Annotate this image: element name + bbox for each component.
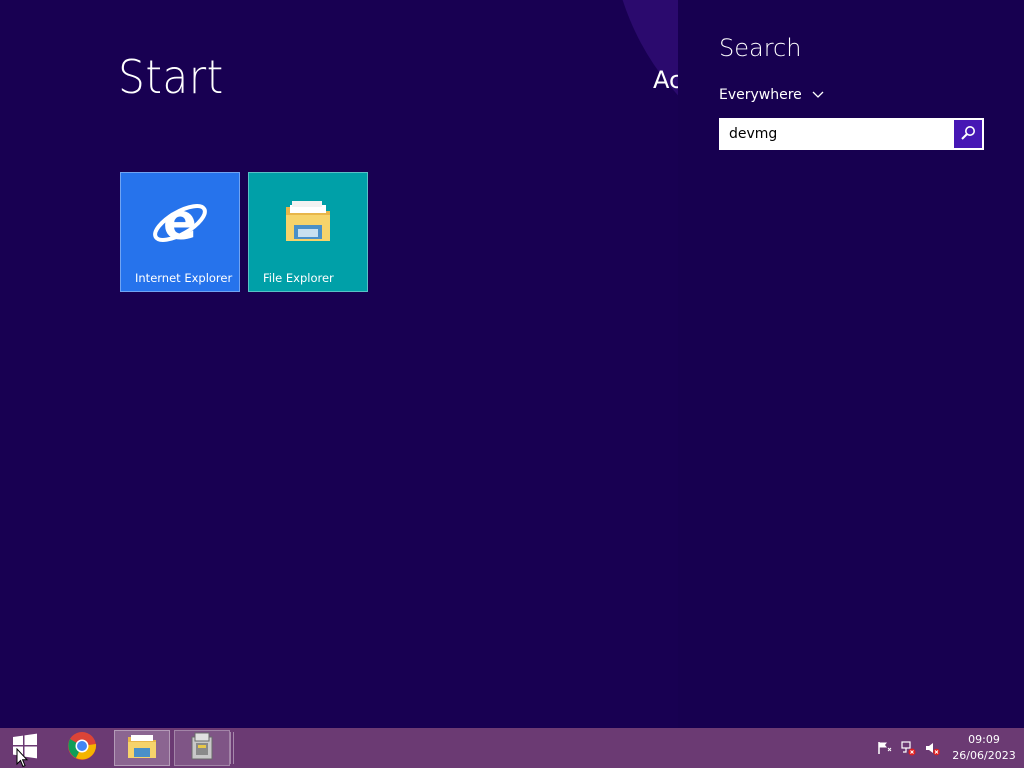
search-input[interactable] (721, 120, 954, 148)
mouse-cursor-icon (16, 747, 29, 768)
clock-time: 09:09 (968, 733, 1000, 746)
folder-icon (282, 195, 334, 251)
search-box (719, 118, 984, 150)
internet-explorer-icon: e (150, 193, 210, 255)
taskbar: 09:09 26/06/2023 (0, 728, 1024, 768)
search-scope-label: Everywhere (719, 87, 802, 103)
file-explorer-icon (126, 732, 158, 764)
chevron-down-icon (812, 87, 824, 103)
search-scope-dropdown[interactable]: Everywhere (719, 86, 824, 104)
tile-label: Internet Explorer (135, 271, 233, 285)
svg-text:e: e (163, 195, 197, 251)
clock-date: 26/06/2023 (952, 749, 1016, 762)
chrome-icon (67, 731, 97, 765)
taskbar-chrome[interactable] (54, 730, 110, 766)
network-disconnected-icon[interactable] (896, 728, 920, 768)
action-center-flag-icon[interactable] (872, 728, 896, 768)
taskbar-clock[interactable]: 09:09 26/06/2023 (944, 732, 1024, 764)
tile-internet-explorer[interactable]: e Internet Explorer (120, 172, 240, 292)
search-button[interactable] (954, 120, 982, 148)
search-charm-pane: Search Everywhere (678, 0, 1024, 728)
search-charm-title: Search (719, 34, 802, 62)
volume-muted-icon[interactable] (920, 728, 944, 768)
tile-file-explorer[interactable]: File Explorer (248, 172, 368, 292)
taskbar-file-explorer[interactable] (114, 730, 170, 766)
start-title: Start (118, 50, 224, 104)
taskbar-separator (230, 732, 234, 764)
taskbar-app[interactable] (174, 730, 230, 766)
system-tray: 09:09 26/06/2023 (872, 728, 1024, 768)
tile-label: File Explorer (263, 271, 334, 285)
magnifier-icon (960, 125, 976, 144)
app-icon (189, 731, 215, 765)
